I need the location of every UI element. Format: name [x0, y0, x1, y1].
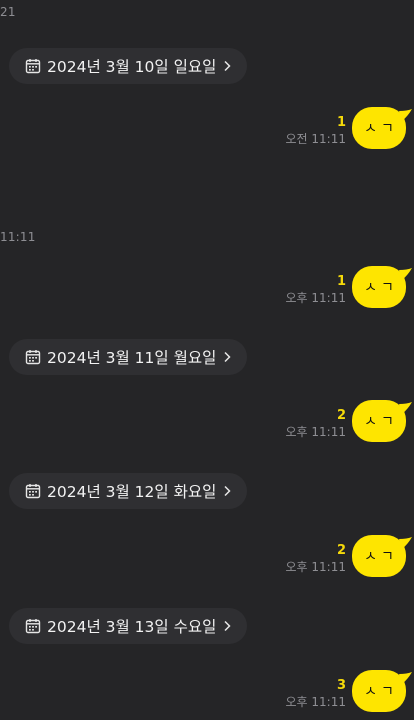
bubble-tail	[399, 672, 413, 686]
message-bubble[interactable]: ㅅㄱ	[352, 535, 412, 577]
message-bubble[interactable]: ㅅㄱ	[352, 400, 412, 442]
message-text: ㅅㄱ	[364, 280, 398, 296]
message-text: ㅅㄱ	[364, 414, 398, 430]
message-row-1[interactable]: 1 오후 11:11 ㅅㄱ	[285, 266, 412, 308]
date-label: 2024년 3월 11일 월요일	[47, 349, 217, 367]
message-row-3[interactable]: 2 오후 11:11 ㅅㄱ	[285, 535, 412, 577]
message-time: 오후 11:11	[285, 560, 346, 574]
unread-count: 1	[336, 115, 346, 130]
chevron-right-icon	[223, 485, 231, 497]
message-bubble[interactable]: ㅅㄱ	[352, 670, 412, 712]
message-text: ㅅㄱ	[364, 684, 398, 700]
message-bubble[interactable]: ㅅㄱ	[352, 266, 412, 308]
message-time: 오후 11:11	[285, 695, 346, 709]
partial-timestamp: 21	[0, 5, 16, 19]
bubble-tail	[399, 537, 413, 551]
calendar-icon	[25, 349, 41, 365]
message-row-4[interactable]: 3 오후 11:11 ㅅㄱ	[285, 670, 412, 712]
date-divider-1[interactable]: 2024년 3월 11일 월요일	[9, 339, 248, 375]
date-label: 2024년 3월 12일 화요일	[47, 483, 217, 501]
chevron-right-icon	[223, 620, 231, 632]
date-divider-3[interactable]: 2024년 3월 13일 수요일	[9, 608, 248, 644]
calendar-icon	[25, 618, 41, 634]
bubble-tail	[399, 109, 413, 123]
date-label: 2024년 3월 13일 수요일	[47, 618, 217, 636]
message-row-2[interactable]: 2 오후 11:11 ㅅㄱ	[285, 400, 412, 442]
partial-timestamp: 11:11	[0, 230, 36, 244]
bubble-tail	[399, 268, 413, 282]
date-divider-0[interactable]: 2024년 3월 10일 일요일	[9, 48, 248, 84]
unread-count: 2	[336, 543, 346, 558]
date-label: 2024년 3월 10일 일요일	[47, 58, 217, 76]
message-row-0[interactable]: 1 오전 11:11 ㅅㄱ	[285, 107, 412, 149]
chevron-right-icon	[223, 60, 231, 72]
calendar-icon	[25, 58, 41, 74]
chevron-right-icon	[223, 351, 231, 363]
message-time: 오후 11:11	[285, 291, 346, 305]
calendar-icon	[25, 483, 41, 499]
unread-count: 1	[336, 274, 346, 289]
bubble-tail	[399, 402, 413, 416]
unread-count: 3	[336, 678, 346, 693]
date-divider-2[interactable]: 2024년 3월 12일 화요일	[9, 473, 248, 509]
message-time: 오후 11:11	[285, 425, 346, 439]
message-text: ㅅㄱ	[364, 549, 398, 565]
message-bubble[interactable]: ㅅㄱ	[352, 107, 412, 149]
unread-count: 2	[336, 408, 346, 423]
message-text: ㅅㄱ	[364, 121, 398, 137]
message-time: 오전 11:11	[285, 132, 346, 146]
